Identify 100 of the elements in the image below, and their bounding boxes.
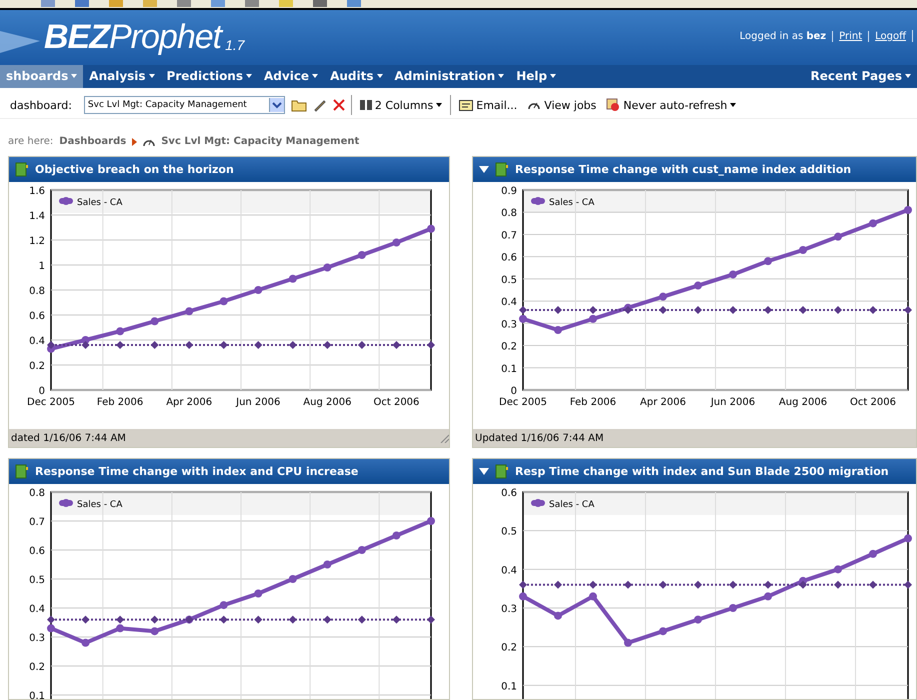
point <box>764 580 772 589</box>
pencil-icon[interactable] <box>312 98 327 112</box>
point <box>254 341 262 349</box>
y-tick-label: 0.6 <box>29 311 45 322</box>
point <box>624 638 632 647</box>
y-tick-label: 0.2 <box>501 642 517 654</box>
point <box>392 341 400 349</box>
point <box>392 532 400 540</box>
y-tick-label: 1.6 <box>29 186 45 197</box>
point <box>519 306 527 314</box>
point <box>323 264 332 272</box>
point <box>904 206 912 214</box>
point <box>254 590 262 598</box>
book-icon <box>15 464 29 479</box>
point <box>554 306 562 314</box>
breadcrumb-current[interactable]: Svc Lvl Mgt: Capacity Management <box>161 136 360 148</box>
point <box>116 624 124 632</box>
x-tick-label: Oct 2006 <box>374 397 420 408</box>
point <box>150 341 159 349</box>
point <box>288 575 297 583</box>
point <box>624 306 632 314</box>
menu-item[interactable]: Recent Pages <box>804 64 917 88</box>
email-button[interactable]: Email... <box>457 98 520 112</box>
point <box>427 616 435 624</box>
toolbar-icon[interactable] <box>210 0 226 8</box>
collapse-toggle-icon[interactable] <box>479 166 489 173</box>
caret-icon <box>246 74 252 78</box>
toolbar-icon[interactable] <box>244 0 260 8</box>
point <box>150 627 159 636</box>
panel-title: Objective breach on the horizon <box>35 163 234 176</box>
menu-item[interactable]: Advice <box>258 64 324 88</box>
point <box>764 306 772 314</box>
point <box>358 616 366 624</box>
legend-label: Sales - CA <box>77 198 122 208</box>
menu-item[interactable]: Administration <box>388 64 510 88</box>
envelope-icon <box>459 100 474 111</box>
point <box>834 306 842 314</box>
version-label: 1.7 <box>225 37 245 54</box>
point <box>116 616 124 624</box>
y-tick-label: 0.5 <box>501 274 517 286</box>
point <box>904 580 912 589</box>
point <box>799 580 807 589</box>
toolbar-icon[interactable] <box>74 0 90 8</box>
point <box>427 224 435 233</box>
toolbar-icon[interactable] <box>108 0 124 8</box>
point <box>519 592 527 600</box>
columns-button[interactable]: 2 Columns <box>358 98 444 112</box>
point <box>220 341 228 349</box>
refresh-button[interactable]: Never auto-refresh <box>604 98 738 112</box>
point <box>904 306 912 314</box>
menu-item[interactable]: Predictions <box>160 64 258 88</box>
y-tick-label: 0.4 <box>501 297 517 308</box>
menu-item[interactable]: Help <box>510 64 562 88</box>
y-tick-label: 0.2 <box>501 342 517 353</box>
collapse-toggle-icon[interactable] <box>479 468 489 475</box>
y-tick-label: 0.3 <box>501 604 517 615</box>
breadcrumb-link[interactable]: Dashboards <box>59 136 126 148</box>
point <box>589 314 597 323</box>
view-jobs-button[interactable]: View jobs <box>525 98 598 112</box>
point <box>554 326 562 334</box>
y-tick-label: 0.4 <box>29 604 45 615</box>
legend-label: Sales - CA <box>549 500 594 510</box>
dashboard-select[interactable]: Svc Lvl Mgt: Capacity Management <box>84 96 285 114</box>
y-tick-label: 0.1 <box>501 364 517 375</box>
point <box>185 341 194 349</box>
folder-icon[interactable] <box>290 98 307 112</box>
y-tick-label: 0.2 <box>29 361 45 372</box>
toolbar-icon[interactable] <box>346 0 362 8</box>
panel-title: Response Time change with cust_name index addition <box>515 163 852 176</box>
point <box>323 560 332 568</box>
point <box>764 257 772 266</box>
caret-icon <box>550 74 556 78</box>
point <box>659 306 667 314</box>
point <box>694 580 702 589</box>
columns-icon <box>360 100 372 110</box>
book-icon <box>495 464 509 479</box>
header-link[interactable]: Print <box>832 30 868 42</box>
toolbar-icon[interactable] <box>40 0 56 8</box>
point <box>254 286 262 294</box>
legend-marker-icon <box>59 499 73 507</box>
dashboard-label: dashboard: <box>10 98 72 112</box>
menu-item[interactable]: Analysis <box>83 64 161 88</box>
point <box>834 232 842 241</box>
toolbar-icon[interactable] <box>312 0 328 8</box>
point <box>47 616 55 624</box>
close-icon[interactable] <box>332 99 345 112</box>
point <box>834 580 842 589</box>
caret-icon <box>498 74 504 78</box>
legend-label: Sales - CA <box>77 500 122 510</box>
resize-grip-icon[interactable] <box>439 433 449 443</box>
point <box>589 580 597 589</box>
x-tick-label: Apr 2006 <box>166 397 212 408</box>
point <box>254 616 262 624</box>
y-tick-label: 0.2 <box>29 662 45 673</box>
toolbar-icon[interactable] <box>278 0 294 8</box>
toolbar-icon[interactable] <box>142 0 158 8</box>
menu-item[interactable]: Audits <box>324 64 388 88</box>
toolbar-icon[interactable] <box>176 0 192 8</box>
point <box>694 306 702 314</box>
point <box>729 306 737 314</box>
